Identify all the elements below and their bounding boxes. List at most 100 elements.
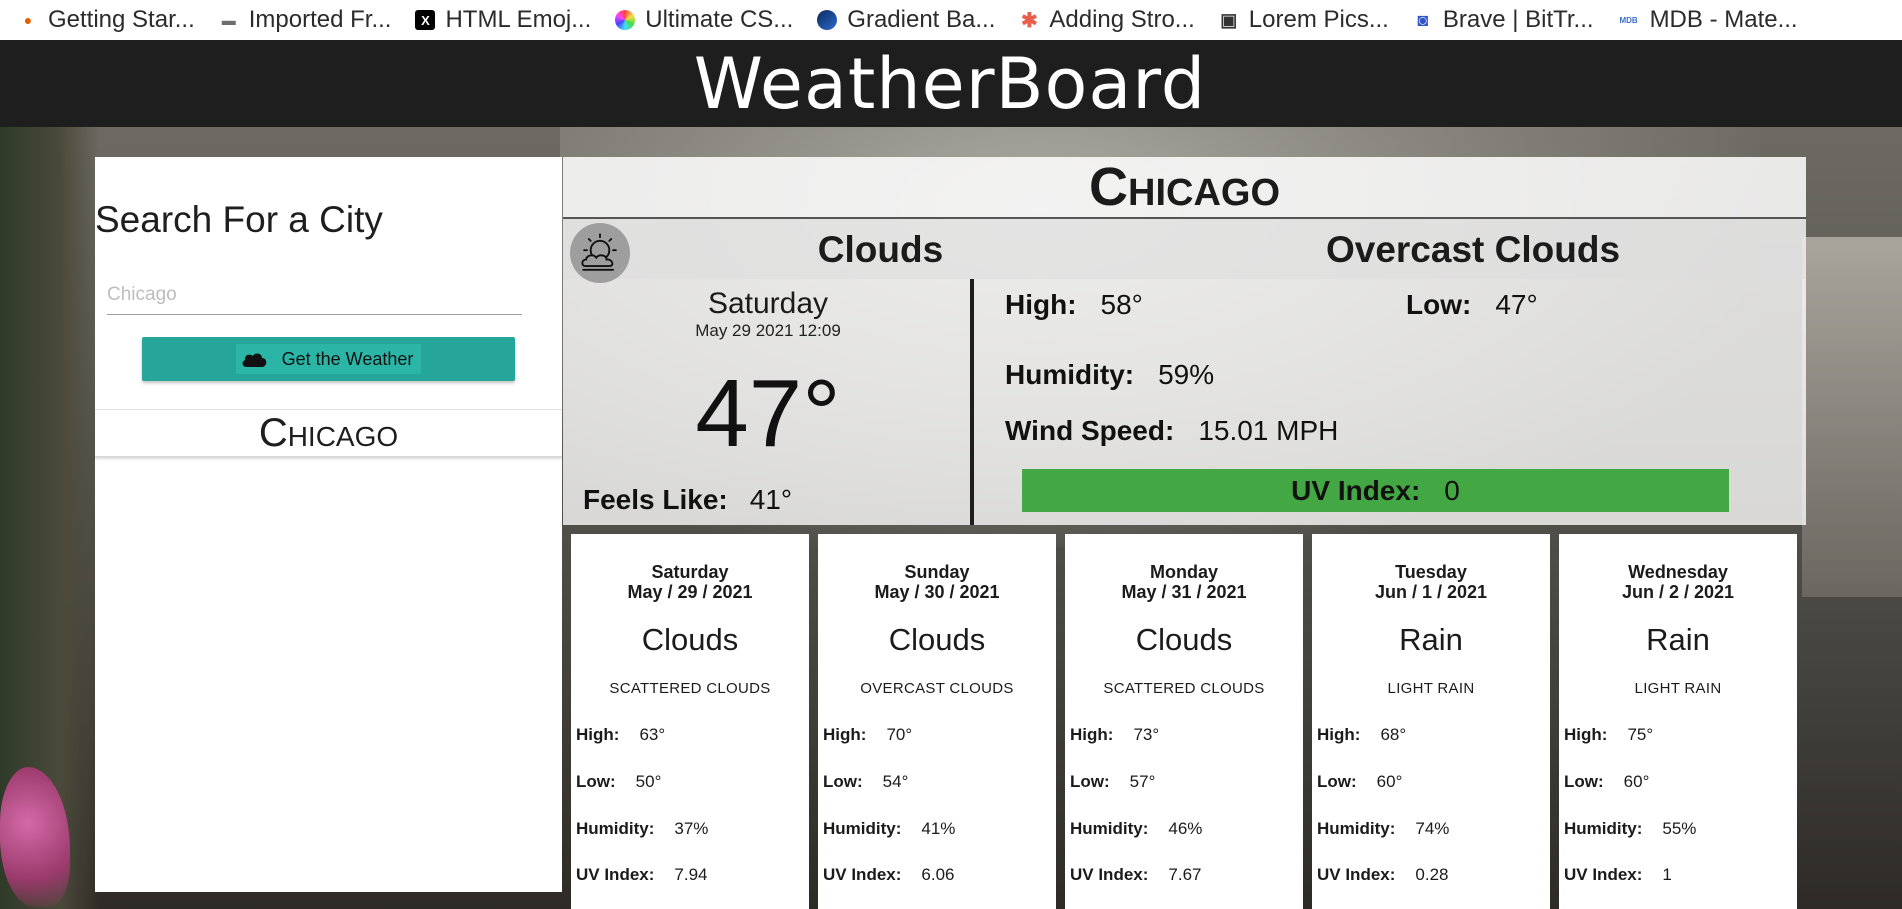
x-logo-icon: X — [415, 10, 436, 30]
forecast-low-value: 60° — [1376, 772, 1403, 791]
history-city-item[interactable]: Chicago — [95, 409, 562, 457]
condition-main: Clouds — [817, 229, 944, 270]
bookmark-label: Adding Stro... — [1049, 6, 1195, 33]
bookmark-label: Lorem Pics... — [1248, 6, 1389, 33]
forecast-uv-value: 1 — [1662, 865, 1672, 884]
forecast-description: Light Rain — [1387, 680, 1475, 697]
forecast-description: Light Rain — [1634, 680, 1722, 697]
bookmark-label: Imported Fr... — [248, 6, 392, 33]
forecast-humidity-value: 74% — [1415, 819, 1450, 838]
forecast-uv-label: UV Index: — [1070, 865, 1149, 884]
forecast-humidity-label: Humidity: — [1070, 819, 1149, 838]
wind-stat: Wind Speed: 15.01 MPH — [1005, 415, 1338, 447]
forecast-humidity-label: Humidity: — [823, 819, 902, 838]
forecast-low-label: Low: — [576, 772, 616, 791]
forecast-humidity: Humidity: 55% — [1564, 819, 1696, 839]
forecast-low: Low: 54° — [823, 772, 908, 792]
bookmark-label: MDB - Mate... — [1649, 6, 1798, 33]
bookmark-lorem-pics[interactable]: ▣ Lorem Pics... — [1219, 0, 1389, 40]
forecast-high: High: 68° — [1317, 725, 1406, 745]
forecast-high-label: High: — [1070, 725, 1114, 744]
bookmark-getting-started[interactable]: ● Getting Star... — [18, 0, 195, 40]
forecast-low: Low: 57° — [1070, 772, 1155, 792]
get-weather-button[interactable]: Get the Weather — [142, 337, 515, 381]
forecast-humidity-value: 37% — [674, 819, 709, 838]
bookmark-brave-bittorrent[interactable]: ◙ Brave | BitTr... — [1413, 0, 1593, 40]
condition-bar: Clouds Overcast Clouds — [563, 219, 1806, 283]
photo-icon: ▣ — [1220, 9, 1238, 30]
current-left-column: Saturday May 29 2021 12:09 47° Feels Lik… — [563, 279, 973, 525]
forecast-low-label: Low: — [1564, 772, 1604, 791]
forecast-uv-value: 6.06 — [921, 865, 955, 884]
uv-value: 0 — [1444, 474, 1460, 506]
forecast-high-value: 70° — [886, 725, 913, 744]
forecast-uv-label: UV Index: — [576, 865, 655, 884]
forecast-uv-label: UV Index: — [1317, 865, 1396, 884]
forecast-day: Monday — [1149, 562, 1218, 582]
forecast-low-value: 50° — [635, 772, 662, 791]
high-stat: High: 58° — [1005, 289, 1143, 321]
forecast-condition: Rain — [1646, 622, 1710, 657]
condition-description: Overcast Clouds — [1325, 229, 1621, 270]
feels-like: Feels Like: 41° — [583, 484, 792, 516]
forecast-humidity: Humidity: 37% — [576, 819, 708, 839]
bookmark-gradient-bg[interactable]: Gradient Ba... — [817, 0, 995, 40]
forecast-high-label: High: — [823, 725, 867, 744]
bookmark-imported[interactable]: ▬ Imported Fr... — [219, 0, 392, 40]
bookmark-label: HTML Emoj... — [445, 6, 592, 33]
city-search-input[interactable] — [107, 275, 522, 315]
humidity-stat: Humidity: 59% — [1005, 359, 1214, 391]
get-weather-label: Get the Weather — [281, 348, 414, 369]
forecast-uv-value: 7.67 — [1168, 865, 1202, 884]
forecast-description: Scattered Clouds — [609, 680, 771, 697]
forecast-condition: Clouds — [1135, 622, 1233, 657]
forecast-humidity: Humidity: 46% — [1070, 819, 1202, 839]
forecast-humidity-label: Humidity: — [1317, 819, 1396, 838]
forecast-low-value: 60° — [1623, 772, 1650, 791]
forecast-card: Monday May / 31 / 2021 Clouds Scattered … — [1065, 534, 1303, 909]
bookmark-html-emoji[interactable]: X HTML Emoj... — [415, 0, 591, 40]
forecast-uv-label: UV Index: — [823, 865, 902, 884]
forecast-low-value: 54° — [882, 772, 909, 791]
forecast-date: May / 31 / 2021 — [1121, 582, 1247, 602]
low-value: 47° — [1495, 289, 1538, 320]
wind-value: 15.01 MPH — [1198, 415, 1339, 446]
bookmark-mdb[interactable]: MDB MDB - Mate... — [1618, 0, 1798, 40]
forecast-high-value: 75° — [1627, 725, 1654, 744]
forecast-high: High: 75° — [1564, 725, 1653, 745]
forecast-description: Overcast Clouds — [860, 680, 1014, 697]
forecast-high-label: High: — [1564, 725, 1608, 744]
forecast-high-value: 68° — [1380, 725, 1407, 744]
forecast-humidity-label: Humidity: — [576, 819, 655, 838]
folder-icon: ▬ — [221, 12, 236, 28]
forecast-uv: UV Index: 7.67 — [1070, 865, 1202, 885]
forecast-high: High: 63° — [576, 725, 665, 745]
bookmarks-bar: ● Getting Star... ▬ Imported Fr... X HTML E… — [0, 0, 1902, 40]
forecast-card: Sunday May / 30 / 2021 Clouds Overcast C… — [818, 534, 1056, 909]
uv-label: UV Index: — [1291, 474, 1421, 506]
high-label: High: — [1005, 289, 1077, 320]
app-header: WeatherBoard — [0, 40, 1902, 127]
forecast-day: Tuesday — [1395, 562, 1467, 582]
forecast-high-label: High: — [576, 725, 620, 744]
low-label: Low: — [1406, 289, 1472, 320]
forecast-uv: UV Index: 1 — [1564, 865, 1672, 885]
forecast-day: Wednesday — [1628, 562, 1728, 582]
cloud-icon — [242, 353, 266, 367]
forecast-card: Tuesday Jun / 1 / 2021 Rain Light Rain H… — [1312, 534, 1550, 909]
forecast-low-label: Low: — [1070, 772, 1110, 791]
forecast-card: Wednesday Jun / 2 / 2021 Rain Light Rain… — [1559, 534, 1797, 909]
search-panel: Search For a City Get the Weather Chicag… — [95, 157, 562, 892]
humidity-label: Humidity: — [1005, 359, 1135, 390]
forecast-low-label: Low: — [1317, 772, 1357, 791]
firefox-icon: ● — [23, 12, 33, 28]
bookmark-label: Getting Star... — [48, 6, 195, 33]
bookmark-label: Ultimate CS... — [645, 6, 794, 33]
forecast-humidity-label: Humidity: — [1564, 819, 1643, 838]
search-heading: Search For a City — [95, 199, 383, 240]
bookmark-label: Gradient Ba... — [847, 6, 996, 33]
bookmark-adding-strokes[interactable]: ✱ Adding Stro... — [1019, 0, 1195, 40]
forecast-low-value: 57° — [1129, 772, 1156, 791]
forecast-card: Saturday May / 29 / 2021 Clouds Scattere… — [571, 534, 809, 909]
bookmark-ultimate-css[interactable]: Ultimate CS... — [615, 0, 793, 40]
